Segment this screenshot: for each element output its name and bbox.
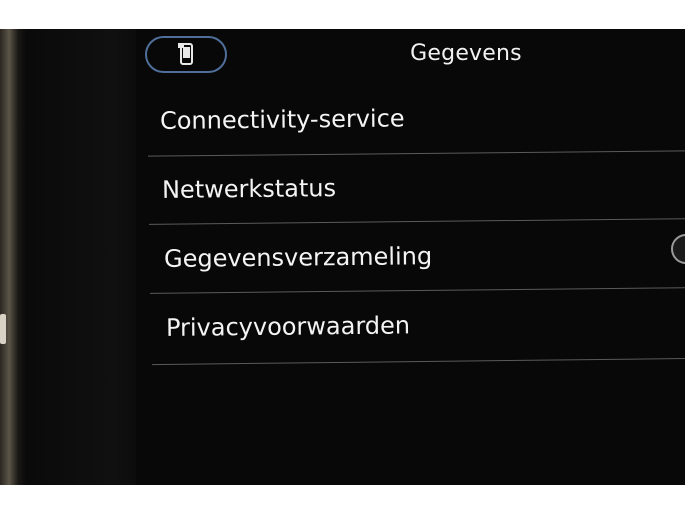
menu-item-label: Privacyvoorwaarden — [165, 311, 411, 342]
menu-item-gegevensverzameling[interactable]: Gegevensverzameling — [164, 222, 685, 290]
menu-item-netwerkstatus[interactable]: Netwerkstatus — [162, 153, 685, 221]
menu-item-label: Netwerkstatus — [161, 174, 337, 204]
menu-item-connectivity-service[interactable]: Connectivity-service — [160, 84, 685, 152]
screen-photo: Gegevens Connectivity-service Netwerksta… — [0, 29, 685, 485]
settings-menu: Connectivity-service Netwerkstatus Gegev… — [136, 29, 685, 485]
bezel-left — [0, 29, 26, 485]
menu-item-label: Connectivity-service — [159, 104, 405, 135]
menu-item-label: Gegevensverzameling — [163, 242, 433, 273]
bezel-frame — [26, 29, 136, 485]
menu-item-privacyvoorwaarden[interactable]: Privacyvoorwaarden — [166, 291, 685, 359]
divider — [152, 357, 685, 366]
bezel-glint — [0, 314, 6, 344]
infotainment-screen: Gegevens Connectivity-service Netwerksta… — [136, 29, 685, 485]
